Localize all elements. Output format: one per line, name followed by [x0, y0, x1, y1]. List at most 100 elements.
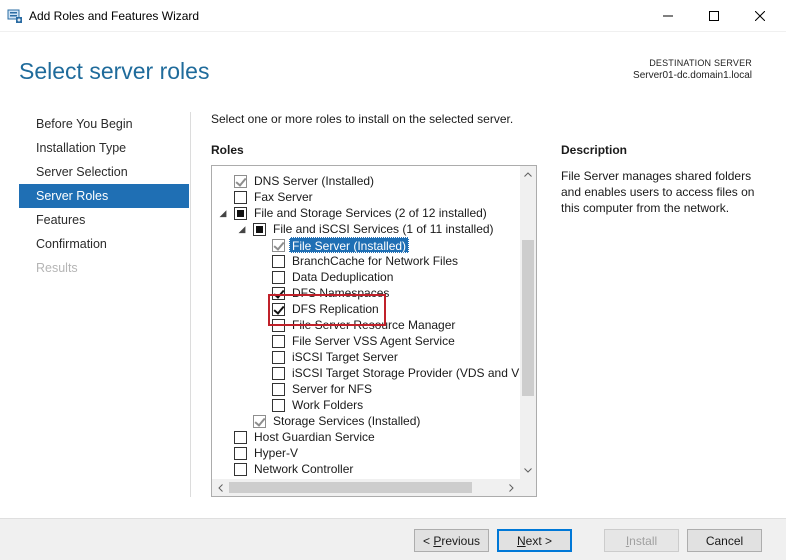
role-checkbox [272, 239, 285, 252]
role-label[interactable]: Host Guardian Service [254, 429, 375, 445]
role-label[interactable]: File and Storage Services (2 of 12 insta… [254, 205, 487, 221]
role-row[interactable]: ◢ File and iSCSI Services (1 of 11 instal… [212, 221, 520, 237]
nav-item-results: Results [36, 261, 78, 275]
previous-button[interactable]: < Previous [414, 529, 489, 552]
next-accel: N [516, 533, 526, 548]
window-title: Add Roles and Features Wizard [29, 9, 200, 23]
maximize-button[interactable] [691, 0, 737, 32]
next-suffix: > [541, 533, 553, 548]
role-checkbox[interactable] [272, 335, 285, 348]
role-row[interactable]: Fax Server [212, 189, 520, 205]
title-bar: Add Roles and Features Wizard [0, 0, 786, 32]
role-label[interactable]: iSCSI Target Server [292, 349, 398, 365]
horizontal-scroll-thumb[interactable] [229, 482, 472, 493]
previous-accel: P [433, 533, 442, 548]
role-row[interactable]: Storage Services (Installed) [212, 413, 520, 429]
cancel-button[interactable]: Cancel [687, 529, 762, 552]
dfs-highlight-box [268, 294, 386, 326]
role-checkbox [253, 415, 266, 428]
role-checkbox[interactable] [234, 207, 247, 220]
nav-divider [190, 112, 191, 497]
scroll-down-button[interactable] [520, 462, 536, 479]
chevron-up-icon [524, 172, 532, 177]
role-label[interactable]: iSCSI Target Storage Provider (VDS and V… [292, 365, 520, 381]
nav-item-features[interactable]: Features [19, 208, 189, 232]
next-rest: ext [525, 533, 542, 548]
roles-tree[interactable]: Network Controller Hyper-V Host Guardian S… [211, 165, 537, 497]
expand-arrow-icon[interactable]: ◢ [237, 223, 247, 235]
instruction-text: Select one or more roles to install on t… [211, 112, 514, 126]
roles-heading: Roles [211, 143, 244, 157]
role-label[interactable]: BranchCache for Network Files [292, 253, 458, 269]
role-row[interactable]: Host Guardian Service [212, 429, 520, 445]
wizard-footer: < Previous Next > Install Cancel [0, 518, 786, 560]
nav-item-before-you-begin[interactable]: Before You Begin [19, 112, 189, 136]
role-row[interactable]: Hyper-V [212, 445, 520, 461]
role-checkbox[interactable] [253, 223, 266, 236]
role-row[interactable]: Server for NFS [212, 381, 520, 397]
role-row[interactable]: DNS Server (Installed) [212, 173, 520, 189]
wizard-steps-nav: Before You Begin Installation Type Serve… [19, 112, 189, 280]
destination-server-value: Server01-dc.domain1.local [633, 70, 752, 81]
role-label[interactable]: DNS Server (Installed) [254, 173, 374, 189]
scroll-right-button[interactable] [503, 479, 520, 496]
chevron-left-icon [218, 483, 223, 492]
scrollbar-corner [520, 479, 536, 496]
nav-item-confirmation[interactable]: Confirmation [19, 232, 189, 256]
role-row[interactable]: BranchCache for Network Files [212, 253, 520, 269]
horizontal-scrollbar[interactable] [212, 479, 520, 496]
close-button[interactable] [737, 0, 783, 32]
next-button[interactable]: Next > [497, 529, 572, 552]
vertical-scroll-thumb[interactable] [522, 240, 534, 396]
role-label[interactable]: Fax Server [254, 189, 313, 205]
role-checkbox[interactable] [272, 399, 285, 412]
role-label[interactable]: File Server VSS Agent Service [292, 333, 455, 349]
previous-rest: revious [441, 533, 481, 548]
minimize-icon [663, 15, 673, 17]
role-row[interactable]: iSCSI Target Storage Provider (VDS and V… [212, 365, 520, 381]
roles-tree-viewport: Network Controller Hyper-V Host Guardian S… [212, 173, 520, 479]
role-checkbox[interactable] [234, 191, 247, 204]
description-heading: Description [561, 143, 628, 157]
role-label[interactable]: Storage Services (Installed) [273, 413, 420, 429]
role-checkbox[interactable] [272, 383, 285, 396]
install-rest: nstall [629, 533, 658, 548]
role-label[interactable]: Data Deduplication [292, 269, 393, 285]
role-checkbox[interactable] [272, 271, 285, 284]
scroll-up-button[interactable] [520, 166, 536, 183]
maximize-icon [709, 11, 719, 21]
role-checkbox[interactable] [272, 367, 285, 380]
role-label[interactable]: Hyper-V [254, 445, 298, 461]
nav-item-server-selection[interactable]: Server Selection [19, 160, 189, 184]
nav-item-installation-type[interactable]: Installation Type [19, 136, 189, 160]
role-row[interactable]: ◢ File and Storage Services (2 of 12 inst… [212, 205, 520, 221]
role-row[interactable]: File Server (Installed) [212, 237, 520, 253]
description-text: File Server manages shared folders and e… [561, 169, 755, 215]
role-label[interactable]: File Server (Installed) [289, 237, 410, 253]
chevron-down-icon [524, 468, 532, 473]
role-checkbox [234, 175, 247, 188]
destination-server-label: DESTINATION SERVER [649, 58, 752, 68]
role-label[interactable]: File and iSCSI Services (1 of 11 install… [273, 221, 494, 237]
role-checkbox[interactable] [234, 447, 247, 460]
role-label[interactable]: Work Folders [292, 397, 363, 413]
previous-prefix: < [422, 533, 434, 548]
role-row[interactable]: Data Deduplication [212, 269, 520, 285]
vertical-scrollbar[interactable] [520, 166, 536, 479]
scroll-left-button[interactable] [212, 479, 229, 496]
role-label[interactable]: Network Controller [254, 461, 353, 477]
expand-arrow-icon[interactable]: ◢ [218, 207, 228, 219]
role-label[interactable]: Server for NFS [292, 381, 372, 397]
role-checkbox[interactable] [272, 351, 285, 364]
role-checkbox[interactable] [234, 463, 247, 476]
chevron-right-icon [509, 483, 514, 492]
role-checkbox[interactable] [272, 255, 285, 268]
role-row[interactable]: iSCSI Target Server [212, 349, 520, 365]
role-row[interactable]: Work Folders [212, 397, 520, 413]
role-row[interactable]: File Server VSS Agent Service [212, 333, 520, 349]
role-row[interactable]: Network Controller [212, 461, 520, 477]
minimize-button[interactable] [645, 0, 691, 32]
nav-item-server-roles[interactable]: Server Roles [19, 184, 189, 208]
install-button: Install [604, 529, 679, 552]
role-checkbox[interactable] [234, 431, 247, 444]
